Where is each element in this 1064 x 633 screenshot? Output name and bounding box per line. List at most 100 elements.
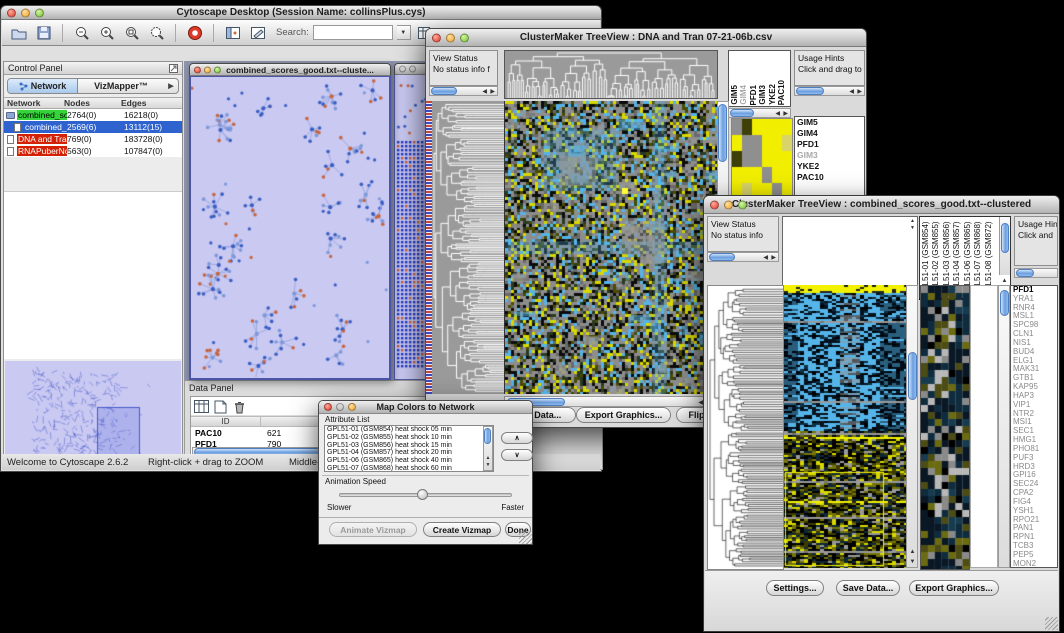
export-graphics-button[interactable]: Export Graphics... [909,580,999,596]
column-labels-vscrollbar[interactable] [999,217,1010,275]
minimize-button[interactable] [446,33,455,42]
column-labels-hscrollbar[interactable]: ◀ ▶ [728,108,791,118]
scroll-thumb[interactable] [431,87,457,95]
zoom-button[interactable] [35,8,44,17]
move-down-button[interactable]: ∨ [501,449,533,461]
gene-list[interactable]: PFD1YRA1RNR4MSL1SPC98CLN1NIS1BUD4ELG1MAK… [1010,285,1058,568]
minimize-button[interactable] [204,66,211,73]
scroll-down-icon[interactable]: ▼ [910,559,916,565]
scroll-thumb[interactable] [730,109,754,117]
attribute-list-vscrollbar[interactable]: ▲ ▼ [483,426,493,471]
settings-button[interactable]: Settings... [766,580,824,596]
scroll-down-icon[interactable]: ▼ [910,226,915,231]
scroll-up-icon[interactable]: ▲ [910,219,915,224]
zoom-heatmap-canvas[interactable] [920,285,970,570]
row-dendrogram-canvas[interactable] [707,285,784,570]
close-button[interactable] [710,200,719,209]
move-up-button[interactable]: ∧ [501,432,533,444]
attribute-table-icon[interactable] [193,399,209,414]
attribute-list-item[interactable]: GPL51-04 (GSM857) heat shock 20 min [325,449,493,457]
close-button[interactable] [324,403,332,411]
minimize-button[interactable] [724,200,733,209]
create-vizmap-button[interactable]: Create Vizmap [423,522,501,537]
scroll-right-icon[interactable]: ▶ [771,255,776,261]
gene-label[interactable]: PFD1 [795,139,864,150]
scroll-thumb[interactable] [484,428,491,444]
zoom-fit-icon[interactable] [146,22,167,43]
close-button[interactable] [399,66,406,73]
delete-attribute-icon[interactable] [231,399,247,414]
scroll-right-icon[interactable]: ▶ [783,111,788,117]
zoom-button[interactable] [738,200,747,209]
data-col-id[interactable]: ID [191,417,261,426]
network-list-row[interactable]: combined_scores2764(0)16218(0) [4,109,182,121]
treeview1-titlebar[interactable]: ClusterMaker TreeView : DNA and Tran 07-… [426,29,866,47]
attribute-list-item[interactable]: GPL51-02 (GSM855) heat shock 10 min [325,434,493,442]
zoom-button[interactable] [460,33,469,42]
animate-vizmap-button[interactable]: Animate Vizmap [329,522,417,537]
close-button[interactable] [7,8,16,17]
usage-hints-hscrollbar[interactable] [1014,268,1058,278]
search-dropdown-arrow-icon[interactable]: ▼ [397,25,411,40]
tab-vizmapper[interactable]: VizMapper™ [78,79,164,93]
gene-label[interactable]: PAC10 [795,172,864,183]
view-status-hscrollbar[interactable]: ◀ ▶ [429,86,498,96]
cytopanel-west-icon[interactable] [222,22,243,43]
scroll-right-icon[interactable]: ▶ [490,89,495,95]
save-data-button[interactable]: Save Data... [836,580,900,596]
attribute-list-item[interactable]: GPL51-01 (GSM854) heat shock 05 min [325,426,493,434]
gene-label[interactable]: GIM3 [795,150,864,161]
export-graphics-button[interactable]: Export Graphics... [576,407,671,423]
network-overview-canvas[interactable] [5,361,181,468]
heatmap-vscrollbar[interactable]: ▲ ▼ [906,285,918,568]
scroll-left-icon[interactable]: ◀ [849,89,854,95]
scroll-right-icon[interactable]: ▶ [857,89,862,95]
slider-thumb[interactable] [417,489,428,500]
scroll-up-icon[interactable]: ▲ [486,456,491,461]
close-button[interactable] [194,66,201,73]
scroll-left-icon[interactable]: ◀ [775,111,780,117]
scroll-thumb[interactable] [908,352,917,400]
scroll-left-icon[interactable]: ◀ [482,89,487,95]
minimize-button[interactable] [21,8,30,17]
scroll-thumb[interactable] [1000,290,1009,316]
attribute-list-item[interactable]: GPL51-06 (GSM865) heat shock 40 min [325,457,493,465]
row-dendrogram-canvas[interactable] [432,101,504,394]
network-view-canvas-1[interactable] [191,77,389,377]
attribute-list-item[interactable]: GPL51-07 (GSM868) heat shock 60 min [325,465,493,472]
minimize-button[interactable] [409,66,416,73]
scroll-thumb[interactable] [1016,269,1034,277]
treeview2-titlebar[interactable]: ClusterMaker TreeView : combined_scores_… [704,196,1059,214]
scroll-up-icon[interactable]: ▲ [910,549,916,555]
main-titlebar[interactable]: Cytoscape Desktop (Session Name: collins… [0,5,602,20]
resize-grip[interactable] [1045,617,1058,630]
resize-grip[interactable] [519,531,532,544]
gene-list-vscrollbar[interactable] [998,285,1010,568]
save-icon[interactable] [33,22,54,43]
zoom-button[interactable] [348,403,356,411]
attribute-list-item[interactable]: GPL51-03 (GSM856) heat shock 15 min [325,442,493,450]
col-network[interactable]: Network [4,98,64,108]
col-nodes[interactable]: Nodes [64,98,121,108]
col-edges[interactable]: Edges [121,98,181,108]
new-attribute-icon[interactable] [212,399,228,414]
gene-label[interactable]: GIM5 [795,117,864,128]
scroll-thumb[interactable] [718,104,727,162]
annotation-icon[interactable] [247,22,268,43]
heatmap-hscrollbar[interactable]: ◀ ▶ [504,396,716,407]
tab-network[interactable]: Network [8,79,78,93]
tab-overflow-arrow-icon[interactable]: ▶ [164,79,178,93]
network-list-row[interactable]: DNA and Tran 07769(0)183728(0) [4,133,182,145]
gene-label[interactable]: GIM4 [795,128,864,139]
gene-label[interactable]: YKE2 [795,161,864,172]
zoom-out-icon[interactable] [71,22,92,43]
scroll-up-icon[interactable]: ▲ [1002,278,1008,284]
scroll-left-icon[interactable]: ◀ [763,255,768,261]
network-list-row[interactable]: RNAPuberNov2+563(0)107847(0) [4,145,182,157]
minimize-button[interactable] [336,403,344,411]
scroll-thumb[interactable] [796,87,824,95]
float-panel-icon[interactable] [169,64,178,73]
scroll-down-icon[interactable]: ▼ [486,463,491,468]
help-lifesaver-icon[interactable] [184,22,205,43]
usage-hints-hscrollbar[interactable]: ◀ ▶ [794,86,865,96]
